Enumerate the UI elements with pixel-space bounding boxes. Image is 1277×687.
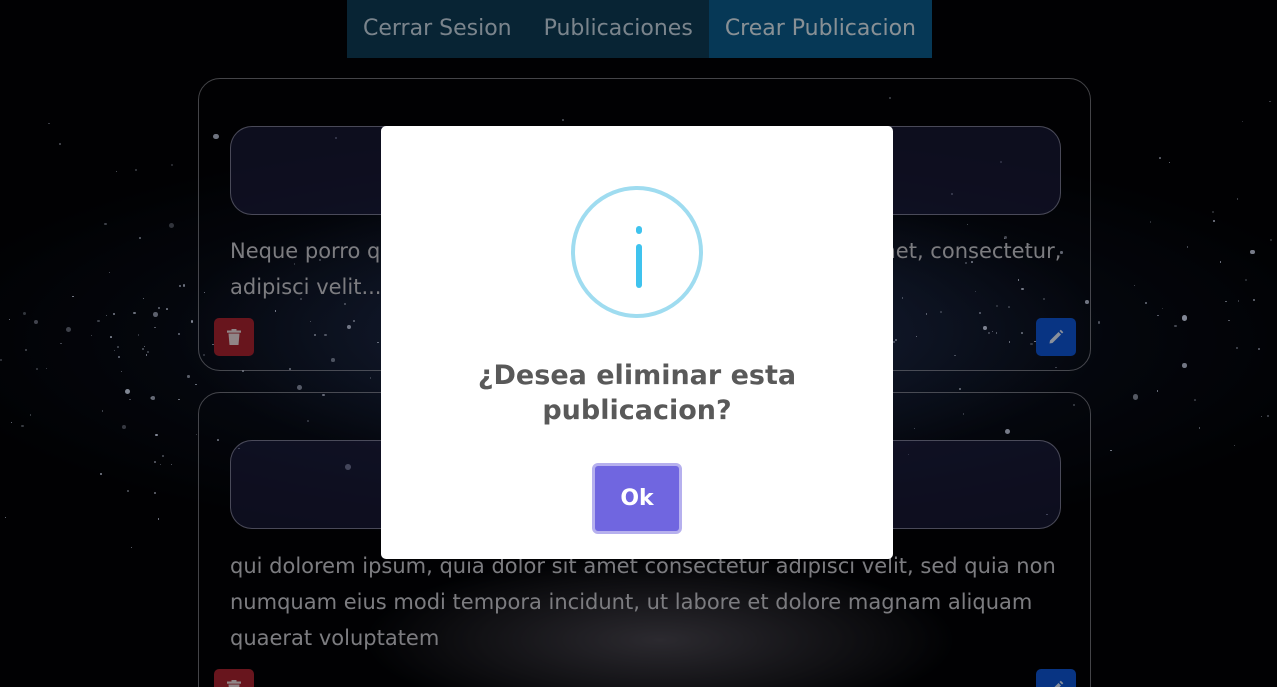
confirm-ok-button[interactable]: Ok	[592, 463, 682, 534]
info-icon	[571, 186, 703, 318]
info-icon-dot	[636, 226, 642, 234]
info-icon-bar	[636, 244, 642, 288]
confirm-dialog: ¿Desea eliminar esta publicacion? Ok	[381, 126, 893, 559]
dialog-title: ¿Desea eliminar esta publicacion?	[477, 360, 797, 426]
